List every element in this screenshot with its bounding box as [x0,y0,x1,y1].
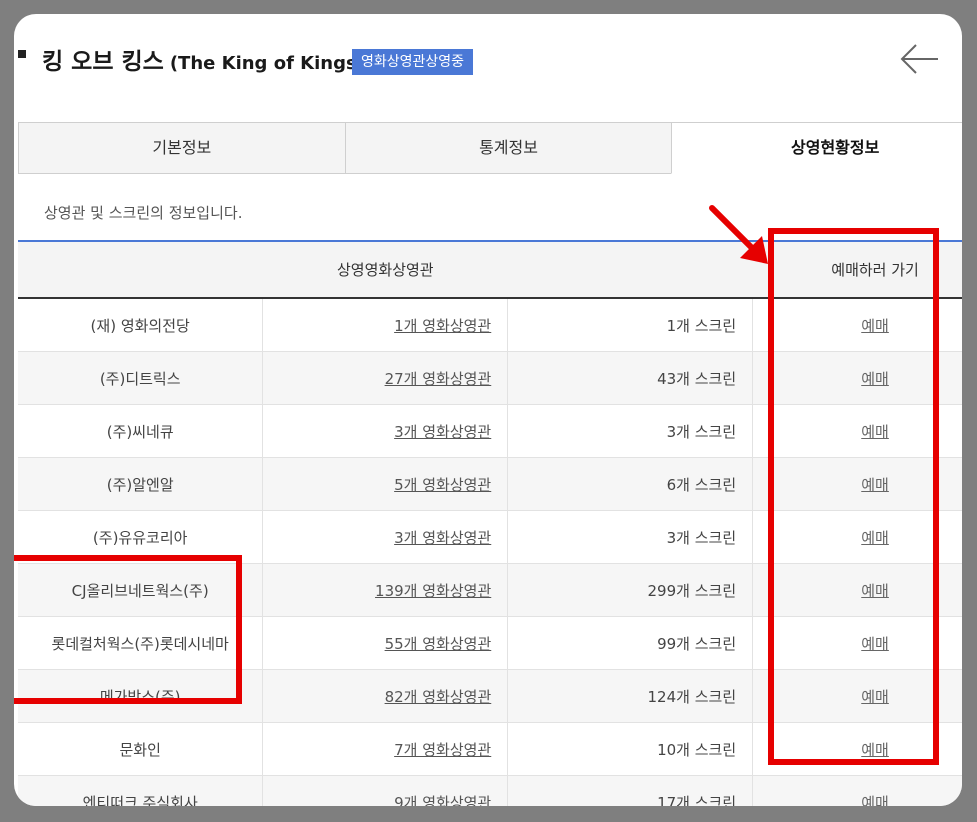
screen-count: 10개 스크린 [507,722,754,776]
theater-count-link[interactable]: 82개 영화상영관 [385,688,492,706]
screen-count: 124개 스크린 [507,669,754,723]
theater-count-cell: 139개 영화상영관 [262,563,509,617]
screen-count: 43개 스크린 [507,351,754,405]
theater-count-cell: 5개 영화상영관 [262,457,509,511]
table-row: 엔티떠크 주식회사 9개 영화상영관 17개 스크린 예매 [18,775,962,807]
theater-count-cell: 7개 영화상영관 [262,722,509,776]
page-title: 킹 오브 킹스 (The King of Kings) [42,42,365,76]
company-name: (재) 영화의전당 [18,298,264,352]
booking-column-highlight-box [768,228,939,765]
theater-count-link[interactable]: 5개 영화상영관 [394,476,491,494]
red-arrow-icon [709,205,768,264]
company-name: 문화인 [18,722,264,776]
movie-detail-modal: 킹 오브 킹스 (The King of Kings) 영화상영관상영중 기본정보… [14,14,962,806]
theater-count-link[interactable]: 55개 영화상영관 [385,635,492,653]
major-chains-highlight-box [14,555,242,704]
theater-count-link[interactable]: 7개 영화상영관 [394,741,491,759]
company-name: 엔티떠크 주식회사 [18,775,264,806]
theater-count-cell: 55개 영화상영관 [262,616,509,670]
booking-link[interactable]: 예매 [861,794,889,807]
screen-count: 6개 스크린 [507,457,754,511]
tab-bar: 기본정보 통계정보 상영현황정보 [18,122,962,174]
screen-count: 3개 스크린 [507,510,754,564]
theater-count-cell: 3개 영화상영관 [262,404,509,458]
theater-count-link[interactable]: 9개 영화상영관 [394,794,491,807]
company-name: (주)씨네큐 [18,404,264,458]
theater-count-cell: 82개 영화상영관 [262,669,509,723]
back-arrow-icon[interactable] [900,42,940,76]
section-description: 상영관 및 스크린의 정보입니다. [44,204,243,222]
theater-count-link[interactable]: 27개 영화상영관 [385,370,492,388]
theater-count-link[interactable]: 139개 영화상영관 [375,582,491,600]
screen-count: 17개 스크린 [507,775,754,806]
company-name: (주)디트릭스 [18,351,264,405]
company-name: (주)알엔알 [18,457,264,511]
screen-count: 99개 스크린 [507,616,754,670]
theater-count-link[interactable]: 3개 영화상영관 [394,529,491,547]
theater-count-link[interactable]: 1개 영화상영관 [394,317,491,335]
theater-count-cell: 9개 영화상영관 [262,775,509,807]
screen-count: 1개 스크린 [507,298,754,352]
screen-count: 299개 스크린 [507,563,754,617]
movie-title-english: (The King of Kings) [169,53,365,74]
tab-statistics[interactable]: 통계정보 [344,123,672,173]
title-bullet [18,50,26,58]
theater-count-link[interactable]: 3개 영화상영관 [394,423,491,441]
theater-count-cell: 27개 영화상영관 [262,351,509,405]
movie-title-korean: 킹 오브 킹스 [42,49,164,75]
tab-basic-info[interactable]: 기본정보 [18,123,345,173]
screen-count: 3개 스크린 [507,404,754,458]
booking-cell: 예매 [752,775,962,807]
theater-count-cell: 1개 영화상영관 [262,298,509,352]
header-theaters: 상영영화상영관 [18,240,753,299]
tab-screening-status[interactable]: 상영현황정보 [671,123,962,174]
status-badge: 영화상영관상영중 [352,49,474,75]
theater-count-cell: 3개 영화상영관 [262,510,509,564]
